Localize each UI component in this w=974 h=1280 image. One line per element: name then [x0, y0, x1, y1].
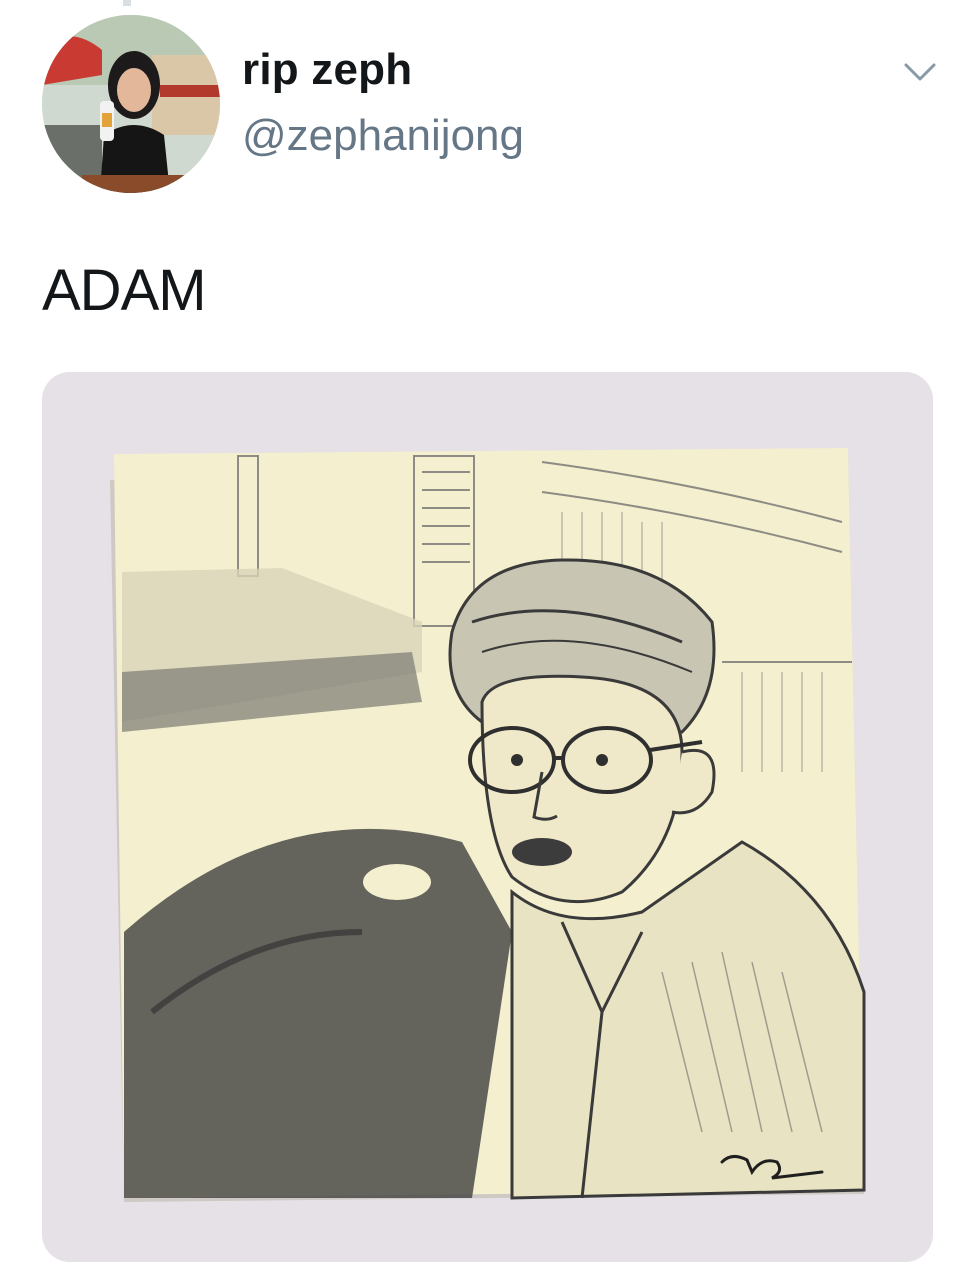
sketch-image — [42, 372, 933, 1262]
tweet: rip zeph @zephanijong ADAM — [0, 0, 974, 1280]
chevron-down-icon[interactable] — [902, 58, 938, 86]
tweet-media-photo[interactable] — [42, 372, 933, 1262]
tweet-text: ADAM — [42, 258, 207, 323]
profile-photo — [42, 15, 220, 193]
user-handle[interactable]: @zephanijong — [242, 110, 524, 162]
thread-connector — [123, 0, 131, 6]
avatar[interactable] — [42, 15, 220, 193]
display-name[interactable]: rip zeph — [242, 44, 412, 96]
